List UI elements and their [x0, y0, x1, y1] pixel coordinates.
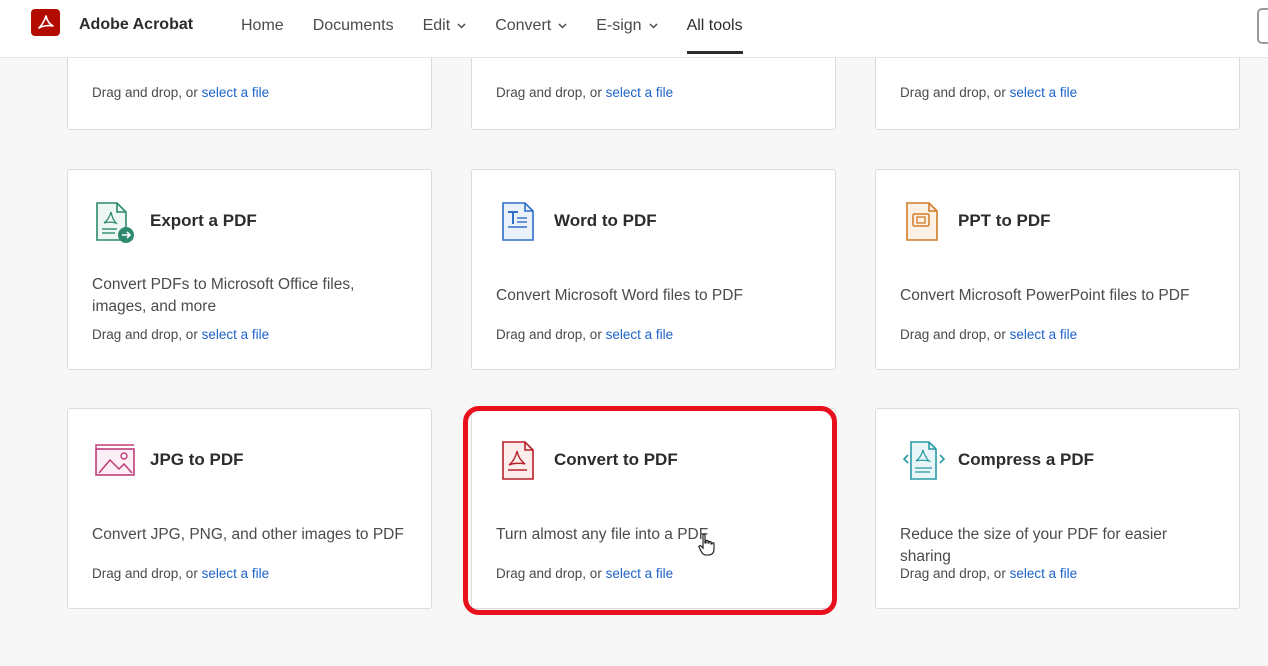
word-icon — [502, 202, 534, 241]
tool-description: Convert PDFs to Microsoft Office files, … — [92, 276, 355, 315]
drop-hint: Drag and drop, or select a file — [900, 85, 1077, 100]
top-navigation-bar: Adobe Acrobat Home Documents Edit Conver… — [0, 0, 1268, 58]
select-file-link[interactable]: select a file — [1010, 327, 1078, 342]
nav-convert[interactable]: Convert — [495, 0, 567, 52]
drop-hint-text: Drag and drop, or — [900, 327, 1010, 342]
drop-hint: Drag and drop, or select a file — [92, 566, 269, 581]
drop-hint-text: Drag and drop, or — [92, 85, 202, 100]
ppt-icon — [906, 202, 938, 241]
drop-hint-text: Drag and drop, or — [900, 566, 1010, 581]
select-file-link[interactable]: select a file — [1010, 566, 1078, 581]
select-file-link[interactable]: select a file — [202, 85, 270, 100]
tool-card-compress-pdf[interactable]: Compress a PDF Reduce the size of your P… — [875, 408, 1240, 609]
select-file-link[interactable]: select a file — [606, 85, 674, 100]
nav-esign[interactable]: E-sign — [596, 0, 658, 52]
compress-pdf-icon — [902, 441, 945, 480]
drop-hint-text: Drag and drop, or — [496, 85, 606, 100]
select-file-link[interactable]: select a file — [606, 327, 674, 342]
hand-cursor-icon — [698, 533, 715, 556]
tool-description: Reduce the size of your PDF for easier s… — [900, 526, 1168, 565]
main-nav: Home Documents Edit Convert E-sign All t… — [241, 0, 772, 58]
nav-edit-label: Edit — [422, 17, 451, 34]
drop-hint: Drag and drop, or select a file — [900, 327, 1077, 342]
select-file-link[interactable]: select a file — [202, 566, 270, 581]
tool-title: PPT to PDF — [958, 211, 1051, 230]
drop-hint: Drag and drop, or select a file — [496, 85, 673, 100]
nav-documents-label: Documents — [312, 17, 394, 34]
drop-hint: Drag and drop, or select a file — [92, 85, 269, 100]
tool-card-word-to-pdf[interactable]: Word to PDF Convert Microsoft Word files… — [471, 169, 836, 370]
tool-title: Word to PDF — [554, 211, 657, 230]
export-pdf-icon — [96, 202, 134, 243]
nav-edit[interactable]: Edit — [423, 0, 467, 52]
tool-title: Export a PDF — [150, 211, 257, 230]
tool-card-export-pdf[interactable]: Export a PDF Convert PDFs to Microsoft O… — [67, 169, 432, 370]
chevron-down-icon — [558, 23, 567, 29]
nav-esign-label: E-sign — [596, 17, 642, 34]
tool-card-jpg-to-pdf[interactable]: JPG to PDF Convert JPG, PNG, and other i… — [67, 408, 432, 609]
tool-description: Convert JPG, PNG, and other images to PD… — [92, 526, 404, 543]
drop-hint: Drag and drop, or select a file — [92, 327, 269, 342]
drop-hint-text: Drag and drop, or — [900, 85, 1010, 100]
drop-hint: Drag and drop, or select a file — [496, 327, 673, 342]
tool-title: Compress a PDF — [958, 450, 1095, 469]
image-icon — [95, 444, 135, 476]
chevron-down-icon — [649, 23, 658, 29]
select-file-link[interactable]: select a file — [1010, 85, 1078, 100]
chevron-down-icon — [457, 23, 466, 29]
tool-description: Convert Microsoft Word files to PDF — [496, 287, 743, 304]
drop-hint: Drag and drop, or select a file — [900, 566, 1077, 581]
drop-hint-text: Drag and drop, or — [92, 566, 202, 581]
acrobat-logo-icon[interactable] — [31, 9, 60, 36]
nav-convert-label: Convert — [495, 17, 552, 34]
drop-hint-text: Drag and drop, or — [92, 327, 202, 342]
select-file-link[interactable]: select a file — [202, 327, 270, 342]
tool-card-ppt-to-pdf[interactable]: PPT to PDF Convert Microsoft PowerPoint … — [875, 169, 1240, 370]
drop-hint-text: Drag and drop, or — [496, 327, 606, 342]
tool-description: Convert Microsoft PowerPoint files to PD… — [900, 287, 1190, 304]
nav-all-tools-label: All tools — [686, 17, 743, 34]
nav-home-label: Home — [241, 17, 284, 34]
highlight-annotation — [463, 406, 837, 615]
sign-in-button[interactable] — [1257, 8, 1268, 44]
app-title: Adobe Acrobat — [79, 16, 194, 33]
nav-documents[interactable]: Documents — [313, 0, 394, 52]
tool-title: JPG to PDF — [150, 450, 244, 469]
nav-home[interactable]: Home — [241, 0, 284, 52]
nav-all-tools[interactable]: All tools — [686, 0, 743, 54]
